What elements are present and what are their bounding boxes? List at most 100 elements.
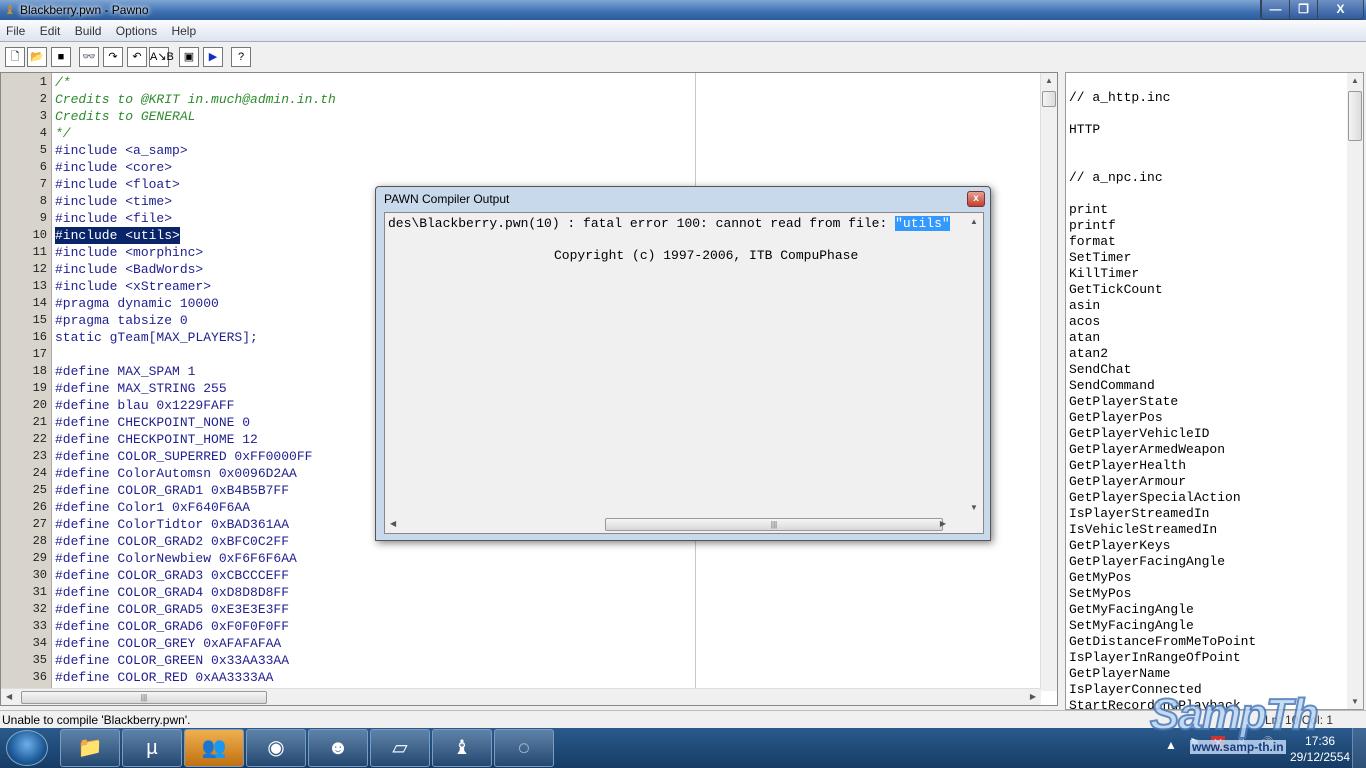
code-line[interactable]: 1 /* [1, 74, 1041, 91]
scroll-right-icon[interactable]: ▶ [1030, 692, 1036, 701]
close-button[interactable]: X [1317, 0, 1363, 19]
compile-run-button[interactable]: ▶ [203, 47, 223, 67]
new-file-button[interactable]: 🗋 [5, 47, 25, 67]
taskbar-utorrent[interactable]: µ [122, 729, 182, 767]
scroll-thumb[interactable]: ||| [21, 691, 267, 704]
function-item[interactable]: printf [1066, 218, 1363, 234]
editor-horizontal-scrollbar[interactable]: ◀ ||| ▶ [1, 688, 1041, 705]
open-file-button[interactable]: 📂 [27, 47, 47, 67]
function-item[interactable]: print [1066, 202, 1363, 218]
dialog-close-button[interactable]: x [967, 191, 985, 207]
show-hidden-icons[interactable]: ▲ [1165, 738, 1177, 752]
taskbar-messenger[interactable]: 👥 [184, 729, 244, 767]
start-button[interactable] [6, 730, 48, 766]
code-line[interactable]: 32 #define COLOR_GRAD5 0xE3E3E3FF [1, 601, 1041, 618]
menu-file[interactable]: File [0, 20, 30, 38]
code-text: #define COLOR_RED 0xAA3333AA [55, 670, 274, 685]
save-file-button[interactable]: ■ [51, 47, 71, 67]
taskbar-explorer[interactable]: 📁 [60, 729, 120, 767]
function-item[interactable]: GetTickCount [1066, 282, 1363, 298]
scroll-right-icon[interactable]: ▶ [940, 519, 946, 528]
taskbar-pawno[interactable]: ♝ [432, 729, 492, 767]
function-item[interactable]: SendCommand [1066, 378, 1363, 394]
find-next-button[interactable]: ↷ [103, 47, 123, 67]
menu-help[interactable]: Help [165, 20, 201, 38]
dialog-vertical-scrollbar[interactable]: ▲ ▼ [966, 213, 983, 516]
code-line[interactable]: 5 #include <a_samp> [1, 142, 1041, 159]
function-list-panel[interactable]: // a_http.inc HTTP // a_npc.inc print printf… [1065, 72, 1364, 710]
find-button[interactable]: 👓 [79, 47, 99, 67]
function-item[interactable]: GetPlayerFacingAngle [1066, 554, 1363, 570]
editor-vertical-scrollbar[interactable]: ▲ [1040, 73, 1057, 691]
scroll-up-icon[interactable]: ▲ [1351, 76, 1359, 85]
code-line[interactable]: 30 #define COLOR_GRAD3 0xCBCCCEFF [1, 567, 1041, 584]
function-item[interactable]: GetMyPos [1066, 570, 1363, 586]
taskbar-notepad[interactable]: ▱ [370, 729, 430, 767]
code-line[interactable]: 6 #include <core> [1, 159, 1041, 176]
code-line[interactable]: 2 Credits to @KRIT in.much@admin.in.th [1, 91, 1041, 108]
function-item[interactable]: GetDistanceFromMeToPoint [1066, 634, 1363, 650]
function-item[interactable]: GetPlayerVehicleID [1066, 426, 1363, 442]
scroll-up-icon[interactable]: ▲ [1045, 76, 1053, 85]
minimize-button[interactable]: — [1261, 0, 1289, 19]
compiler-output-text[interactable]: des\Blackberry.pwn(10) : fatal error 100… [384, 212, 984, 534]
scroll-thumb[interactable] [1042, 91, 1056, 107]
code-line[interactable]: 3 Credits to GENERAL [1, 108, 1041, 125]
function-item[interactable]: GetPlayerKeys [1066, 538, 1363, 554]
code-line[interactable]: 33 #define COLOR_GRAD6 0xF0F0F0FF [1, 618, 1041, 635]
function-item[interactable]: IsPlayerInRangeOfPoint [1066, 650, 1363, 666]
function-list-scrollbar[interactable]: ▲ ▼ [1347, 73, 1363, 709]
scroll-down-icon[interactable]: ▼ [1351, 697, 1359, 706]
menu-options[interactable]: Options [110, 20, 162, 38]
function-item[interactable]: GetPlayerHealth [1066, 458, 1363, 474]
code-line[interactable]: 34 #define COLOR_GREY 0xAFAFAFAA [1, 635, 1041, 652]
maximize-button[interactable]: ❐ [1289, 0, 1317, 19]
function-item[interactable]: format [1066, 234, 1363, 250]
function-item[interactable]: IsPlayerStreamedIn [1066, 506, 1363, 522]
scroll-left-icon[interactable]: ◀ [390, 519, 396, 528]
function-item[interactable]: GetPlayerName [1066, 666, 1363, 682]
find-prev-button[interactable]: ↶ [127, 47, 147, 67]
function-item[interactable]: atan2 [1066, 346, 1363, 362]
function-item[interactable]: SetTimer [1066, 250, 1363, 266]
compile-window-button[interactable]: ▣ [179, 47, 199, 67]
function-item[interactable]: SendChat [1066, 362, 1363, 378]
function-item[interactable]: acos [1066, 314, 1363, 330]
code-line[interactable]: 4 */ [1, 125, 1041, 142]
scroll-thumb[interactable] [1348, 91, 1362, 141]
code-line[interactable]: 31 #define COLOR_GRAD4 0xD8D8D8FF [1, 584, 1041, 601]
code-text: #define COLOR_GRAD1 0xB4B5B7FF [55, 483, 290, 498]
function-item[interactable]: atan [1066, 330, 1363, 346]
function-item[interactable]: HTTP [1066, 122, 1363, 138]
function-item[interactable]: GetPlayerState [1066, 394, 1363, 410]
line-number: 16 [32, 330, 47, 344]
function-item[interactable]: GetPlayerArmedWeapon [1066, 442, 1363, 458]
menu-edit[interactable]: Edit [34, 20, 66, 38]
function-item[interactable]: SetMyFacingAngle [1066, 618, 1363, 634]
scroll-left-icon[interactable]: ◀ [6, 692, 12, 701]
function-item[interactable]: KillTimer [1066, 266, 1363, 282]
scroll-down-icon[interactable]: ▼ [970, 503, 978, 512]
taskbar-camfrog[interactable]: ☻ [308, 729, 368, 767]
function-item[interactable]: GetPlayerPos [1066, 410, 1363, 426]
show-desktop-button[interactable] [1352, 728, 1366, 768]
dialog-horizontal-scrollbar[interactable]: ◀ ||| ▶ [385, 516, 968, 533]
function-item[interactable]: IsVehicleStreamedIn [1066, 522, 1363, 538]
function-item[interactable]: SetMyPos [1066, 586, 1363, 602]
replace-button[interactable]: A↘B [149, 47, 174, 67]
scroll-thumb[interactable]: ||| [605, 518, 943, 531]
code-line[interactable]: 36 #define COLOR_RED 0xAA3333AA [1, 669, 1041, 686]
code-line[interactable]: 29 #define ColorNewbiew 0xF6F6F6AA [1, 550, 1041, 567]
function-item[interactable]: GetPlayerSpecialAction [1066, 490, 1363, 506]
function-item[interactable]: GetPlayerArmour [1066, 474, 1363, 490]
help-button[interactable]: ? [231, 47, 251, 67]
code-line[interactable]: 35 #define COLOR_GREEN 0x33AA33AA [1, 652, 1041, 669]
menu-build[interactable]: Build [69, 20, 107, 38]
function-item[interactable]: GetMyFacingAngle [1066, 602, 1363, 618]
camfrog-icon: ☻ [327, 737, 349, 759]
taskbar-chrome[interactable]: ◉ [246, 729, 306, 767]
scroll-up-icon[interactable]: ▲ [970, 217, 978, 226]
taskbar-loader[interactable]: ◌ [494, 729, 554, 767]
function-item[interactable]: asin [1066, 298, 1363, 314]
samp-th-watermark-logo: SampTh [1149, 689, 1320, 740]
